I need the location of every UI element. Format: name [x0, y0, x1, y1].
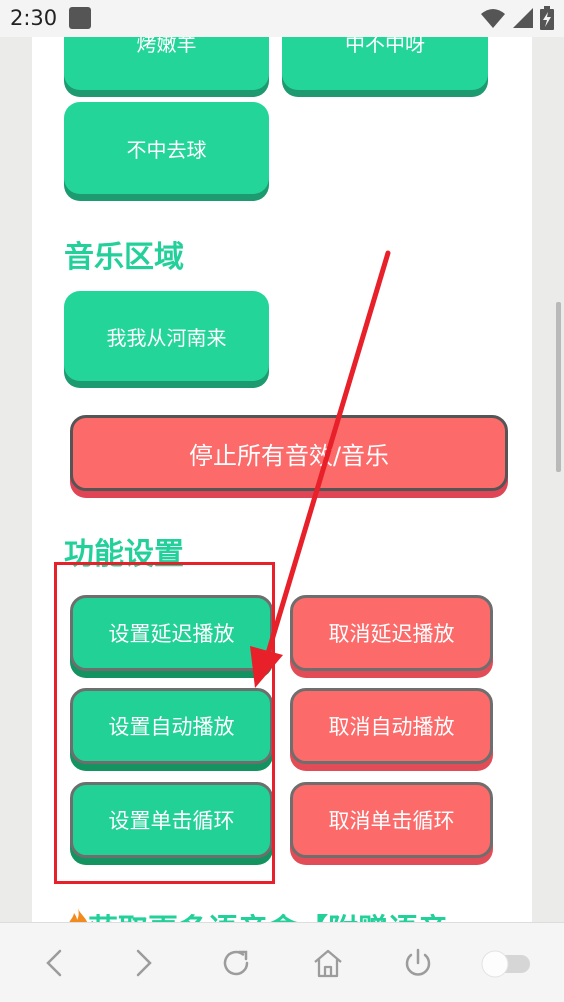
set-autoplay-button[interactable]: 设置自动播放 [70, 688, 273, 764]
battery-charging-icon [540, 6, 554, 30]
page-scrollbar[interactable] [556, 302, 561, 472]
cancel-delay-play-button[interactable]: 取消延迟播放 [290, 595, 493, 671]
app-notification-icon [69, 7, 91, 29]
music-button-label: 我我从河南来 [106, 325, 227, 350]
stop-all-label: 停止所有音效/音乐 [188, 441, 390, 470]
set-delay-play-label: 设置延迟播放 [108, 622, 235, 646]
sound-button-label: 烤嫩羊 [136, 37, 197, 56]
toggle-icon[interactable] [478, 945, 534, 981]
page-content: 烤嫩羊 中不中呀 不中去球 音乐区域 我我从河南来 停止所有音效/音乐 功能设置… [32, 37, 532, 922]
music-button-woconghenanlai[interactable]: 我我从河南来 [64, 291, 269, 381]
cancel-delay-play-label: 取消延迟播放 [328, 622, 455, 646]
stop-all-button[interactable]: 停止所有音效/音乐 [70, 415, 508, 491]
signal-icon [513, 8, 533, 28]
cancel-click-loop-button[interactable]: 取消单击循环 [290, 782, 493, 858]
more-voice-boxes-title[interactable]: 获取更多语音盒【附赠语音 [88, 905, 448, 922]
set-click-loop-button[interactable]: 设置单击循环 [70, 782, 273, 858]
screen: 2:30 烤嫩羊 中不中呀 不中去球 音乐区域 我我从河南来 停止所有音效/音乐… [0, 0, 564, 1002]
settings-section-title: 功能设置 [64, 537, 184, 572]
music-section-title: 音乐区域 [64, 240, 184, 275]
wifi-icon [481, 9, 505, 28]
back-icon[interactable] [36, 945, 72, 981]
set-delay-play-button[interactable]: 设置延迟播放 [70, 595, 273, 671]
power-icon[interactable] [400, 945, 436, 981]
cancel-autoplay-label: 取消自动播放 [328, 715, 455, 739]
browser-nav-bar [0, 922, 564, 1002]
sound-button-partial-left[interactable]: 烤嫩羊 [64, 37, 269, 90]
refresh-icon[interactable] [218, 945, 254, 981]
set-click-loop-label: 设置单击循环 [108, 809, 235, 833]
sound-button-label: 不中去球 [126, 137, 207, 162]
status-bar: 2:30 [0, 0, 564, 37]
status-time: 2:30 [10, 6, 58, 30]
sound-button-buzhongqiuqiu[interactable]: 不中去球 [64, 102, 269, 194]
sound-button-partial-right[interactable]: 中不中呀 [282, 37, 488, 90]
status-icons [480, 6, 554, 30]
forward-icon[interactable] [126, 945, 162, 981]
sound-button-label: 中不中呀 [345, 37, 425, 56]
home-icon[interactable] [310, 945, 346, 981]
cancel-click-loop-label: 取消单击循环 [328, 809, 455, 833]
fire-icon [69, 908, 87, 922]
set-autoplay-label: 设置自动播放 [108, 715, 235, 739]
cancel-autoplay-button[interactable]: 取消自动播放 [290, 688, 493, 764]
